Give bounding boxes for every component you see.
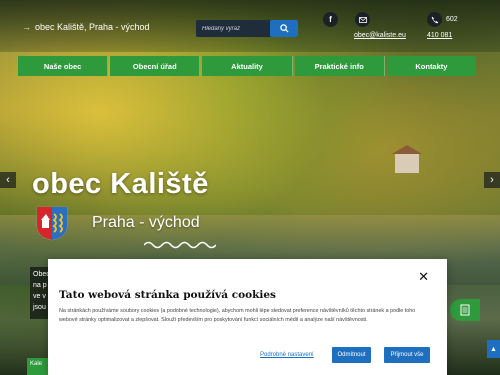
info-box: Obec na p ve v jsou bbox=[30, 267, 50, 319]
phone-icon[interactable] bbox=[427, 12, 442, 27]
mail-icon[interactable] bbox=[355, 12, 370, 27]
email-link[interactable]: obec@kaliste.eu bbox=[354, 32, 406, 39]
page-subtitle: Praha - východ bbox=[92, 214, 200, 231]
search-input[interactable] bbox=[196, 20, 270, 37]
page-title: obec Kaliště bbox=[32, 168, 209, 200]
close-icon[interactable]: ✕ bbox=[418, 269, 429, 285]
chevron-right-icon: › bbox=[490, 174, 494, 186]
accept-all-button[interactable]: Přijmout vše bbox=[384, 347, 430, 363]
nav-item-nase-obec[interactable]: Naše obec bbox=[18, 56, 109, 76]
document-icon bbox=[460, 304, 470, 316]
search-icon bbox=[279, 24, 289, 33]
nav-item-kontakty[interactable]: Kontakty bbox=[386, 56, 477, 76]
slider-next-button[interactable]: › bbox=[484, 172, 500, 188]
reject-button[interactable]: Odmítnout bbox=[332, 347, 371, 363]
nav-item-aktuality[interactable]: Aktuality bbox=[202, 56, 293, 76]
info-line: Obec bbox=[33, 271, 50, 278]
phone-line2[interactable]: 410 081 bbox=[427, 32, 452, 39]
info-line: jsou bbox=[33, 304, 46, 311]
site-home-link[interactable]: → obec Kaliště, Praha - východ bbox=[22, 22, 150, 32]
nav-item-obecni-urad[interactable]: Obecní úřad bbox=[110, 56, 201, 76]
search-button[interactable] bbox=[270, 20, 298, 37]
slider-prev-button[interactable]: ‹ bbox=[0, 172, 16, 188]
nav-item-prakticke-info[interactable]: Praktické info bbox=[294, 56, 385, 76]
arrow-icon: → bbox=[22, 22, 31, 32]
cookie-dialog: ✕ Tato webová stránka používá cookies Na… bbox=[48, 259, 447, 375]
side-document-button[interactable] bbox=[450, 299, 480, 321]
facebook-icon[interactable]: f bbox=[323, 12, 338, 27]
info-line: ve v bbox=[33, 293, 46, 300]
wave-divider bbox=[144, 241, 216, 249]
calendar-tab[interactable]: Kale bbox=[27, 358, 49, 375]
scroll-top-button[interactable]: ▲ bbox=[487, 340, 500, 358]
search-box bbox=[196, 20, 298, 37]
main-nav: Naše obec Obecní úřad Aktuality Praktick… bbox=[18, 56, 477, 76]
chevron-up-icon: ▲ bbox=[490, 345, 497, 353]
cookie-text: Na stránkách používáme soubory cookies (… bbox=[59, 308, 416, 323]
site-link-label: obec Kaliště, Praha - východ bbox=[35, 22, 150, 32]
info-line: na p bbox=[33, 282, 47, 289]
phone-line1[interactable]: 602 bbox=[446, 16, 458, 23]
cookie-title: Tato webová stránka používá cookies bbox=[59, 289, 276, 301]
chevron-left-icon: ‹ bbox=[6, 174, 10, 186]
cookie-settings-link[interactable]: Podrobné nastavení bbox=[260, 352, 314, 358]
coat-of-arms-logo bbox=[36, 206, 68, 241]
house-image bbox=[392, 145, 422, 173]
